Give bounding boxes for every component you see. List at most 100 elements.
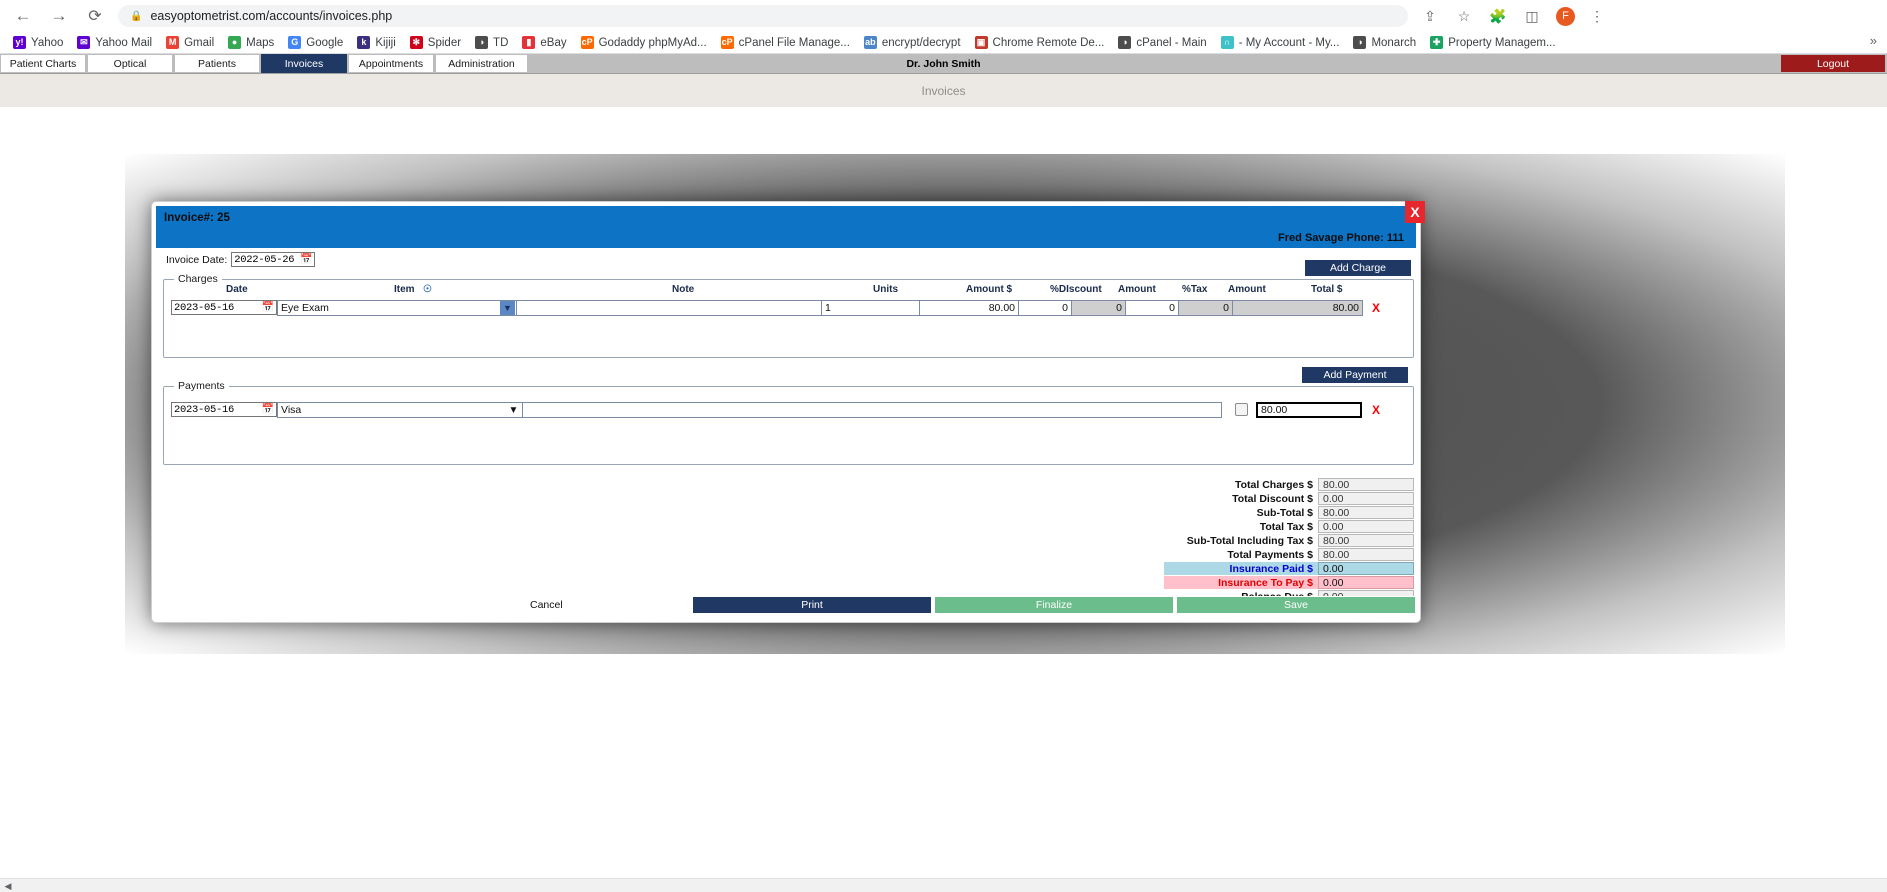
favicon-icon: ∩ xyxy=(1220,36,1234,49)
scroll-left-icon[interactable]: ◀ xyxy=(0,879,16,892)
bookmark-label: Chrome Remote De... xyxy=(992,36,1105,49)
favicon-icon: ▮ xyxy=(522,36,536,49)
payment-method-select[interactable]: Visa ▼ xyxy=(277,402,523,418)
table-row: 2023-05-16 📅 Eye Exam ▼ 1 80.00 0 0 0 0 … xyxy=(171,300,1413,316)
total-value: 0.00 xyxy=(1318,520,1414,533)
forward-icon[interactable]: → xyxy=(46,3,72,29)
bookmark-item[interactable]: ▮ eBay xyxy=(515,33,573,53)
bookmark-item[interactable]: ∩ - My Account - My... xyxy=(1214,33,1347,53)
calendar-icon[interactable]: 📅 xyxy=(262,302,274,314)
payment-note-input[interactable] xyxy=(522,402,1222,418)
total-row: Insurance To Pay $ 0.00 xyxy=(1164,576,1414,589)
tab-invoices[interactable]: Invoices xyxy=(261,54,347,73)
delete-payment-row-button[interactable]: X xyxy=(1368,402,1384,418)
charge-note-input[interactable] xyxy=(516,300,822,316)
charge-date-input[interactable]: 2023-05-16 📅 xyxy=(171,300,277,315)
payment-method-value: Visa xyxy=(281,404,302,416)
bookmark-item[interactable]: y! Yahoo xyxy=(6,33,70,53)
bookmark-label: Google xyxy=(306,36,344,49)
bookmark-item[interactable]: ▣ Chrome Remote De... xyxy=(968,33,1112,53)
tab-patient-charts[interactable]: Patient Charts xyxy=(0,54,86,73)
star-icon[interactable]: ☆ xyxy=(1452,4,1476,28)
bookmark-item[interactable]: ● Maps xyxy=(221,33,281,53)
col-header-note: Note xyxy=(672,284,695,295)
total-row: Total Discount $ 0.00 xyxy=(1164,492,1414,505)
invoice-dialog: Invoice#: 25 Fred Savage Phone: 111 X In… xyxy=(151,201,1425,623)
favicon-icon: M xyxy=(166,36,180,49)
avatar[interactable]: F xyxy=(1556,6,1575,26)
invoice-date-value: 2022-05-26 xyxy=(234,253,295,266)
bookmark-label: Kijiji xyxy=(375,36,396,49)
bookmark-label: Monarch xyxy=(1371,36,1417,49)
charge-item-select[interactable]: Eye Exam ▼ xyxy=(277,300,517,316)
back-icon[interactable]: ← xyxy=(10,3,36,29)
bookmark-item[interactable]: k Kijiji xyxy=(350,33,402,53)
close-icon[interactable]: X xyxy=(1405,201,1425,223)
share-icon[interactable]: ⇪ xyxy=(1418,4,1442,28)
total-value: 80.00 xyxy=(1318,548,1414,561)
tab-patients[interactable]: Patients xyxy=(174,54,260,73)
bookmark-label: encrypt/decrypt xyxy=(881,36,961,49)
bookmarks-overflow-icon[interactable]: » xyxy=(1866,33,1881,48)
favicon-icon: G xyxy=(288,36,302,49)
bookmark-item[interactable]: ✻ Spider xyxy=(403,33,468,53)
bookmarks-bar: y! Yahoo ✉ Yahoo Mail M Gmail ● Maps G Google k Kij… xyxy=(0,32,1887,54)
address-bar[interactable]: 🔒 easyoptometrist.com/accounts/invoices.… xyxy=(118,5,1408,27)
invoice-date-input[interactable]: 2022-05-26 📅 xyxy=(231,252,316,267)
delete-charge-row-button[interactable]: X xyxy=(1368,300,1384,316)
info-circle-icon[interactable]: ☉ xyxy=(423,284,432,295)
logout-button[interactable]: Logout xyxy=(1781,55,1885,72)
save-button[interactable]: Save xyxy=(1176,596,1416,614)
browser-chrome: ← → ⟳ 🔒 easyoptometrist.com/accounts/inv… xyxy=(0,0,1887,54)
favicon-icon: ✻ xyxy=(409,36,423,49)
charge-total: 80.00 xyxy=(1232,300,1363,316)
charge-amount-input[interactable]: 80.00 xyxy=(919,300,1019,316)
bookmark-item[interactable]: G Google xyxy=(281,33,350,53)
patient-info: Fred Savage Phone: 111 xyxy=(1278,232,1404,244)
side-panel-icon[interactable]: ◫ xyxy=(1520,4,1544,28)
bookmark-item[interactable]: cP Godaddy phpMyAd... xyxy=(574,33,714,53)
puzzle-piece-icon[interactable]: 🧩 xyxy=(1486,4,1510,28)
charge-units-input[interactable]: 1 xyxy=(821,300,920,316)
bookmark-item[interactable]: M Gmail xyxy=(159,33,221,53)
payment-checkbox[interactable] xyxy=(1235,403,1248,416)
page-title: Invoices xyxy=(0,74,1887,107)
col-header-item: Item xyxy=(394,284,415,295)
tab-appointments[interactable]: Appointments xyxy=(348,54,434,73)
reload-icon[interactable]: ⟳ xyxy=(82,3,108,29)
bookmark-item[interactable]: ✚ Property Managem... xyxy=(1423,33,1562,53)
invoice-date-row: Invoice Date: 2022-05-26 📅 xyxy=(152,248,1420,267)
bookmark-item[interactable]: ◑ TD xyxy=(468,33,515,53)
charge-discount-pct-input[interactable]: 0 xyxy=(1018,300,1072,316)
total-value: 0.00 xyxy=(1318,492,1414,505)
total-value: 80.00 xyxy=(1318,478,1414,491)
favicon-icon: ab xyxy=(863,36,877,49)
charge-tax-pct-input[interactable]: 0 xyxy=(1125,300,1179,316)
calendar-icon[interactable]: 📅 xyxy=(300,254,312,266)
bookmark-label: Yahoo xyxy=(31,36,64,49)
tab-administration[interactable]: Administration xyxy=(435,54,528,73)
col-header-tax-amount: Amount xyxy=(1228,284,1266,295)
cancel-button[interactable]: Cancel xyxy=(530,596,563,614)
col-header-amount: Amount $ xyxy=(966,284,1013,295)
tab-optical[interactable]: Optical xyxy=(87,54,173,73)
bookmark-item[interactable]: ◑ Monarch xyxy=(1346,33,1423,53)
calendar-icon[interactable]: 📅 xyxy=(262,404,274,416)
bookmark-item[interactable]: ◑ cPanel - Main xyxy=(1111,33,1213,53)
payment-date-input[interactable]: 2023-05-16 📅 xyxy=(171,402,277,417)
favicon-icon: ● xyxy=(228,36,242,49)
payment-date-value: 2023-05-16 xyxy=(174,403,235,416)
print-button[interactable]: Print xyxy=(692,596,932,614)
bookmark-item[interactable]: ✉ Yahoo Mail xyxy=(70,33,159,53)
col-header-tax-pct: %Tax xyxy=(1182,284,1208,295)
favicon-icon: ◑ xyxy=(1353,36,1367,49)
bookmark-item[interactable]: cP cPanel File Manage... xyxy=(714,33,857,53)
col-header-date: Date xyxy=(226,284,248,295)
favicon-icon: cP xyxy=(580,36,594,49)
horizontal-scrollbar[interactable]: ◀ xyxy=(0,878,1887,892)
kebab-menu-icon[interactable]: ⋮ xyxy=(1585,4,1609,28)
bookmark-item[interactable]: ab encrypt/decrypt xyxy=(857,33,968,53)
total-row: Total Charges $ 80.00 xyxy=(1164,478,1414,491)
finalize-button[interactable]: Finalize xyxy=(934,596,1174,614)
payment-amount-input[interactable]: 80.00 xyxy=(1256,402,1362,418)
